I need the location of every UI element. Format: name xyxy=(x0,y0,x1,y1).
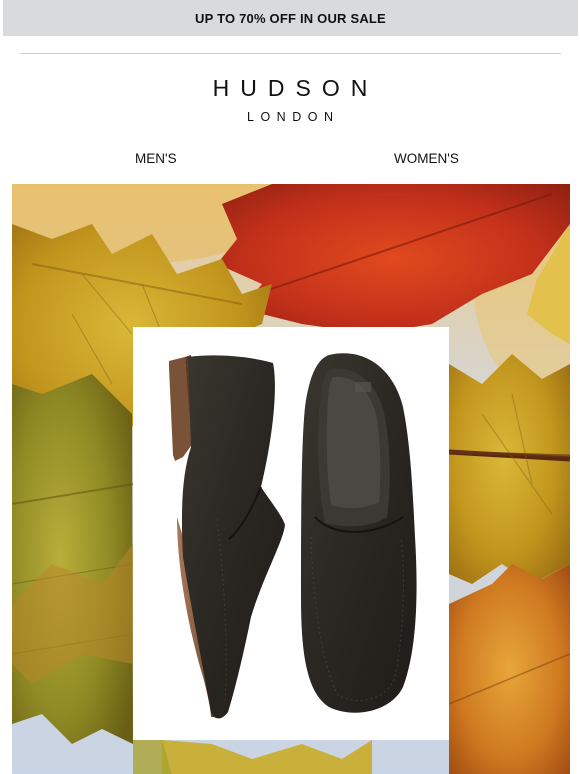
brand-name: HUDSON xyxy=(212,75,379,101)
sale-banner-text: UP TO 70% OFF IN OUR SALE xyxy=(195,10,386,26)
product-image xyxy=(133,327,449,740)
sale-banner-link[interactable]: UP TO 70% OFF IN OUR SALE xyxy=(3,0,578,36)
suede-loafers-illustration xyxy=(133,327,449,740)
category-nav: MEN'S WOMEN'S xyxy=(0,151,580,169)
nav-womens-link[interactable]: WOMEN'S xyxy=(394,151,459,166)
hero-image-link[interactable] xyxy=(12,184,570,774)
brand-city: LONDON xyxy=(247,110,340,124)
header-divider xyxy=(20,53,561,54)
brand-logo[interactable]: HUDSON LONDON xyxy=(0,73,580,125)
nav-mens-link[interactable]: MEN'S xyxy=(135,151,177,166)
email-page: UP TO 70% OFF IN OUR SALE HUDSON LONDON … xyxy=(0,0,580,774)
